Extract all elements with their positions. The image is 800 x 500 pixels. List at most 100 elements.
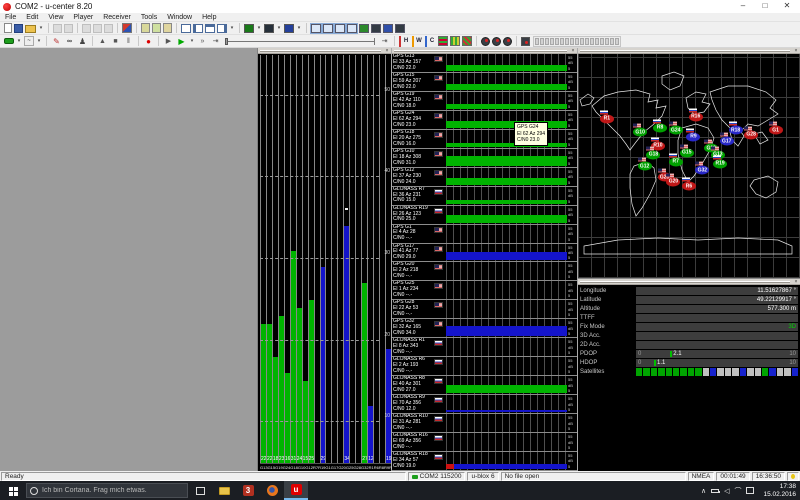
satellite-row-R16[interactable]: GLONASS R16El 69 Az 356C/N0 --.-55dB5: [392, 433, 577, 452]
menu-view[interactable]: View: [43, 14, 68, 21]
satellite-row-G13[interactable]: GPS G13El 33 Az 157C/N0 22.055dB5: [392, 54, 577, 73]
open-dropdown[interactable]: ▾: [38, 23, 44, 34]
jump-end-button[interactable]: ⇥: [379, 36, 390, 47]
satellite-row-G24[interactable]: GPS G24El 62 Az 294C/N0 23.055dB5: [392, 111, 577, 130]
task-view-button[interactable]: [188, 481, 212, 500]
new-file-icon[interactable]: [4, 23, 12, 33]
satellite-row-G10[interactable]: GPS G10El 18 Az 308C/N0 31.055dB5: [392, 149, 577, 168]
connect-dropdown[interactable]: ▾: [16, 36, 22, 47]
gps-engine-icon[interactable]: [481, 37, 490, 46]
satellite-row-R6[interactable]: GLONASS R6El 2 Az 193C/N0 --.-55dB5: [392, 357, 577, 376]
taskbar-clock[interactable]: 17:38 15.02.2016: [759, 483, 796, 499]
load-config-icon[interactable]: [462, 36, 472, 46]
messages-view-icon[interactable]: [163, 23, 172, 33]
volume-icon[interactable]: ◁: [724, 487, 729, 495]
user-icon[interactable]: ♟: [77, 36, 88, 47]
list-panel-close-icon[interactable]: ×: [570, 48, 576, 54]
menu-help[interactable]: Help: [197, 14, 221, 21]
eject-button[interactable]: ▲: [97, 36, 108, 47]
ublox-brand-icon[interactable]: [122, 23, 132, 33]
tray-expand-icon[interactable]: ∧: [701, 487, 706, 495]
maximize-button[interactable]: □: [754, 0, 776, 12]
glonass-engine-icon[interactable]: [492, 37, 501, 46]
sbas-engine-icon[interactable]: [503, 37, 512, 46]
app3-button[interactable]: 3: [236, 481, 260, 500]
binary-console-icon[interactable]: [141, 23, 150, 33]
config-pen-icon[interactable]: ✎: [51, 36, 62, 47]
play-dropdown[interactable]: ▾: [189, 36, 195, 47]
satellite-row-R18[interactable]: GLONASS R18El 34 Az 57C/N0 19.055dB5: [392, 452, 577, 471]
chart-panel-close-icon[interactable]: ×: [384, 48, 390, 54]
chart-view-dropdown[interactable]: ▾: [276, 23, 282, 34]
data-view-icon[interactable]: [347, 24, 357, 33]
satellite-row-R19[interactable]: GLONASS R19El 26 Az 123C/N0 25.055dB5: [392, 206, 577, 225]
layout-dropdown[interactable]: ▾: [229, 23, 235, 34]
u-center-taskbar-button[interactable]: u: [284, 481, 308, 500]
map-view-dropdown[interactable]: ▾: [256, 23, 262, 34]
satellite-row-G12[interactable]: GPS G12El 37 Az 230C/N0 24.055dB5: [392, 168, 577, 187]
signal-view-icon[interactable]: [323, 24, 333, 33]
minimize-button[interactable]: –: [732, 0, 754, 12]
statistic-view-icon[interactable]: [383, 24, 393, 33]
satellite-row-G1[interactable]: GPS G1El 4 Az 28C/N0 --.-55dB5: [392, 225, 577, 244]
print-preview-icon[interactable]: [64, 24, 73, 33]
connect-icon[interactable]: [4, 38, 14, 44]
file-explorer-button[interactable]: [212, 481, 236, 500]
packet-view-icon[interactable]: [371, 24, 381, 33]
copy-icon[interactable]: [93, 24, 102, 33]
play-button[interactable]: ▶: [176, 36, 187, 47]
satellite-row-R10[interactable]: GLONASS R10El 31 Az 281C/N0 --.-55dB5: [392, 414, 577, 433]
data-panel-close-icon[interactable]: ×: [793, 279, 799, 285]
chart-view-icon[interactable]: [264, 24, 274, 33]
satellite-row-G28[interactable]: GPS G28El 22 Az 53C/N0 --.-55dB5: [392, 300, 577, 319]
paste-icon[interactable]: [104, 24, 113, 33]
satellite-row-G15[interactable]: GPS G15El 59 Az 207C/N0 22.055dB5: [392, 73, 577, 92]
binocular-icon[interactable]: ∞: [64, 36, 75, 47]
console-view-icon[interactable]: [359, 24, 369, 33]
world-map-view-icon[interactable]: [335, 24, 345, 33]
satellite-row-R1[interactable]: GLONASS R1El 8 Az 343C/N0 --.-55dB5: [392, 338, 577, 357]
cut-icon[interactable]: [82, 24, 91, 33]
menu-window[interactable]: Window: [162, 14, 197, 21]
menu-tools[interactable]: Tools: [136, 14, 162, 21]
progress-slider[interactable]: [225, 36, 375, 47]
data-panel-grip[interactable]: ×: [578, 279, 800, 285]
record-button[interactable]: ●: [143, 36, 154, 47]
satellite-row-R8[interactable]: GLONASS R8El 40 Az 301C/N0 27.055dB5: [392, 376, 577, 395]
dock-layout-2-icon[interactable]: [193, 24, 203, 33]
print-icon[interactable]: [53, 24, 62, 33]
fast-forward-button[interactable]: »: [197, 36, 208, 47]
close-button[interactable]: ✕: [776, 0, 798, 12]
skip-end-button[interactable]: ⇥: [210, 36, 221, 47]
network-icon[interactable]: ⌒: [734, 486, 741, 496]
dock-layout-4-icon[interactable]: [217, 24, 227, 33]
satellite-row-G19[interactable]: GPS G19El 42 Az 110C/N0 18.055dB5: [392, 92, 577, 111]
open-icon[interactable]: [25, 25, 36, 33]
table-view-dropdown[interactable]: ▾: [296, 23, 302, 34]
satellite-row-G32[interactable]: GPS G32El 32 Az 165C/N0 34.055dB5: [392, 319, 577, 338]
firefox-button[interactable]: [260, 481, 284, 500]
table-view-icon[interactable]: [284, 24, 294, 33]
baudrate-icon[interactable]: ~: [24, 36, 34, 46]
pause-button[interactable]: ‖: [123, 36, 134, 47]
satellite-row-G18[interactable]: GPS G18El 20 Az 275C/N0 16.055dB5: [392, 130, 577, 149]
menu-player[interactable]: Player: [68, 14, 98, 21]
step-button[interactable]: ▶: [163, 36, 174, 47]
baudrate-dropdown[interactable]: ▾: [36, 36, 42, 47]
text-console-icon[interactable]: [152, 23, 161, 33]
menu-edit[interactable]: Edit: [21, 14, 43, 21]
reset-config-icon[interactable]: [438, 36, 448, 46]
coldstart-button[interactable]: C: [425, 36, 436, 47]
stop-button[interactable]: ■: [110, 36, 121, 47]
menu-file[interactable]: File: [0, 14, 21, 21]
battery-icon[interactable]: [711, 489, 719, 493]
satellite-row-G20[interactable]: GPS G20El 2 Az 218C/N0 --.-55dB5: [392, 262, 577, 281]
dock-layout-3-icon[interactable]: [205, 24, 215, 33]
save-icon[interactable]: [14, 24, 23, 33]
satellite-row-R7[interactable]: GLONASS R7El 36 Az 231C/N0 15.055dB5: [392, 187, 577, 206]
satellite-row-R9[interactable]: GLONASS R9El 70 Az 356C/N0 12.055dB5: [392, 395, 577, 414]
start-button[interactable]: [0, 481, 26, 500]
dock-layout-1-icon[interactable]: [181, 24, 191, 33]
sky-view-icon[interactable]: [311, 24, 321, 33]
satellite-row-G17[interactable]: GPS G17El 41 Az 77C/N0 29.055dB5: [392, 244, 577, 263]
